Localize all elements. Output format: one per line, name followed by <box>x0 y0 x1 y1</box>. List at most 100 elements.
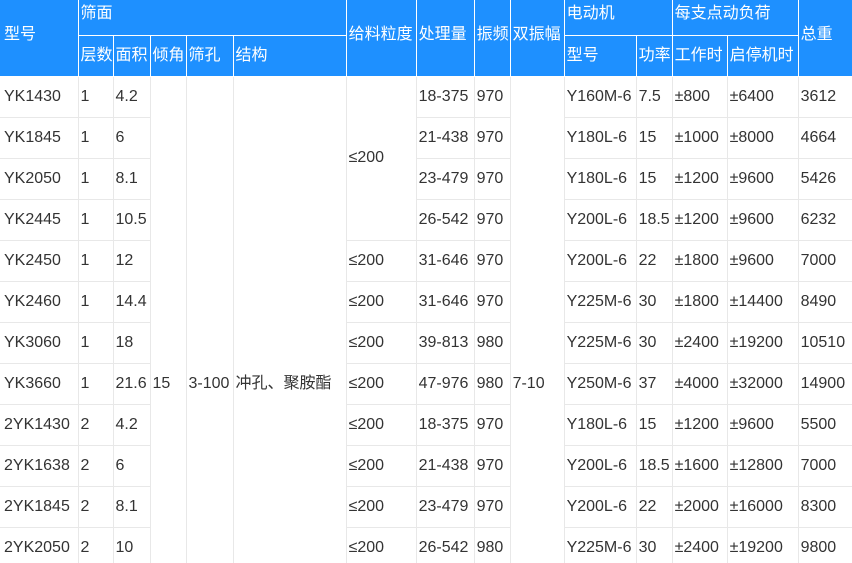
header-motor-model: 型号 <box>563 34 637 77</box>
cell-area: 18 <box>112 321 151 364</box>
cell-layers: 2 <box>77 485 114 528</box>
cell-frequency: 970 <box>473 198 511 241</box>
header-load-working: 工作时 <box>671 34 728 77</box>
cell-layers: 2 <box>77 403 114 446</box>
table-row: YK3060 1 18 ≤200 39-813 980 Y225M-6 30 ±2400 ±192… <box>0 321 852 364</box>
cell-area: 4.2 <box>112 403 151 446</box>
cell-model: 2YK1638 <box>0 444 79 487</box>
cell-load-working: ±2400 <box>671 321 728 364</box>
cell-motor-power: 30 <box>635 280 673 323</box>
page: 型号 筛面 给料粒度 处理量 振频 双振幅 电动机 每支点动负荷 总重 层数 面… <box>0 0 852 563</box>
cell-total-weight: 8490 <box>797 280 852 323</box>
table-row: YK2460 1 14.4 ≤200 31-646 970 Y225M-6 30 ±1800 ±1… <box>0 280 852 323</box>
cell-feed-size: ≤200 <box>345 239 417 282</box>
cell-load-start-stop: ±19200 <box>726 526 799 563</box>
cell-capacity: 26-542 <box>415 526 475 563</box>
table-row: YK3660 1 21.6 ≤200 47-976 980 Y250M-6 37 ±4000 ±3… <box>0 362 852 405</box>
cell-motor-power: 22 <box>635 239 673 282</box>
cell-motor-model: Y225M-6 <box>563 280 637 323</box>
cell-total-weight: 7000 <box>797 239 852 282</box>
cell-frequency: 970 <box>473 239 511 282</box>
cell-load-working: ±1800 <box>671 280 728 323</box>
cell-model: YK2450 <box>0 239 79 282</box>
table-body: YK1430 1 4.2 15 3-100 冲孔、聚胺酯 ≤200 18-375 970 7-10… <box>0 75 852 563</box>
cell-motor-power: 15 <box>635 157 673 200</box>
cell-frequency: 970 <box>473 485 511 528</box>
cell-layers: 1 <box>77 239 114 282</box>
cell-model: 2YK2050 <box>0 526 79 563</box>
cell-capacity: 21-438 <box>415 444 475 487</box>
cell-frequency: 970 <box>473 403 511 446</box>
cell-area: 12 <box>112 239 151 282</box>
cell-motor-power: 30 <box>635 526 673 563</box>
cell-double-amplitude: 7-10 <box>509 75 565 563</box>
cell-area: 8.1 <box>112 157 151 200</box>
cell-motor-power: 18.5 <box>635 444 673 487</box>
table-row: YK2445 1 10.5 26-542 970 Y200L-6 18.5 ±1200 ±960… <box>0 198 852 241</box>
cell-layers: 1 <box>77 280 114 323</box>
cell-aperture: 3-100 <box>185 75 234 563</box>
cell-layers: 1 <box>77 362 114 405</box>
cell-load-working: ±1200 <box>671 157 728 200</box>
cell-frequency: 970 <box>473 116 511 159</box>
cell-frequency: 970 <box>473 157 511 200</box>
cell-model: YK2445 <box>0 198 79 241</box>
cell-area: 21.6 <box>112 362 151 405</box>
cell-load-start-stop: ±9600 <box>726 198 799 241</box>
cell-model: 2YK1430 <box>0 403 79 446</box>
table-row: 2YK1430 2 4.2 ≤200 18-375 970 Y180L-6 15 ±1200 ±9… <box>0 403 852 446</box>
header-structure: 结构 <box>232 34 347 77</box>
table-row: 2YK1845 2 8.1 ≤200 23-479 970 Y200L-6 22 ±2000 ±1… <box>0 485 852 528</box>
cell-load-start-stop: ±6400 <box>726 75 799 118</box>
cell-capacity: 18-375 <box>415 403 475 446</box>
cell-motor-power: 30 <box>635 321 673 364</box>
cell-load-working: ±1200 <box>671 403 728 446</box>
header-motor: 电动机 <box>563 0 673 36</box>
cell-model: YK3060 <box>0 321 79 364</box>
table-row: 2YK1638 2 6 ≤200 21-438 970 Y200L-6 18.5 ±1600 ±1… <box>0 444 852 487</box>
cell-motor-power: 7.5 <box>635 75 673 118</box>
cell-load-start-stop: ±19200 <box>726 321 799 364</box>
cell-load-working: ±4000 <box>671 362 728 405</box>
cell-area: 14.4 <box>112 280 151 323</box>
cell-motor-model: Y200L-6 <box>563 239 637 282</box>
cell-motor-model: Y225M-6 <box>563 526 637 563</box>
cell-model: YK2050 <box>0 157 79 200</box>
cell-feed-size: ≤200 <box>345 403 417 446</box>
cell-capacity: 26-542 <box>415 198 475 241</box>
cell-structure: 冲孔、聚胺酯 <box>232 75 347 563</box>
header-frequency: 振频 <box>473 0 511 77</box>
cell-layers: 1 <box>77 75 114 118</box>
header-feed-size: 给料粒度 <box>345 0 417 77</box>
cell-total-weight: 3612 <box>797 75 852 118</box>
cell-feed-size: ≤200 <box>345 444 417 487</box>
cell-feed-size: ≤200 <box>345 526 417 563</box>
table-row: YK1430 1 4.2 15 3-100 冲孔、聚胺酯 ≤200 18-375 970 7-10… <box>0 75 852 563</box>
cell-load-working: ±2400 <box>671 526 728 563</box>
header-area: 面积 <box>112 34 151 77</box>
cell-total-weight: 10510 <box>797 321 852 364</box>
cell-load-start-stop: ±14400 <box>726 280 799 323</box>
cell-motor-model: Y200L-6 <box>563 444 637 487</box>
cell-motor-power: 15 <box>635 116 673 159</box>
header-row-primary: 型号 筛面 给料粒度 处理量 振频 双振幅 电动机 每支点动负荷 总重 <box>0 0 852 77</box>
cell-load-start-stop: ±9600 <box>726 403 799 446</box>
cell-layers: 1 <box>77 198 114 241</box>
cell-load-working: ±800 <box>671 75 728 118</box>
cell-load-start-stop: ±9600 <box>726 239 799 282</box>
header-load-start-stop: 启停机时 <box>726 34 799 77</box>
cell-motor-model: Y250M-6 <box>563 362 637 405</box>
spec-table: 型号 筛面 给料粒度 处理量 振频 双振幅 电动机 每支点动负荷 总重 层数 面… <box>0 0 852 563</box>
table-row: YK1845 1 6 21-438 970 Y180L-6 15 ±1000 ±8000 4664 <box>0 116 852 159</box>
header-total-weight: 总重 <box>797 0 852 77</box>
cell-total-weight: 14900 <box>797 362 852 405</box>
cell-load-working: ±1800 <box>671 239 728 282</box>
cell-total-weight: 8300 <box>797 485 852 528</box>
cell-load-working: ±1200 <box>671 198 728 241</box>
cell-area: 6 <box>112 444 151 487</box>
header-capacity: 处理量 <box>415 0 475 77</box>
cell-model: YK1430 <box>0 75 79 118</box>
header-support-load: 每支点动负荷 <box>671 0 799 36</box>
header-double-amplitude: 双振幅 <box>509 0 565 77</box>
cell-layers: 1 <box>77 157 114 200</box>
